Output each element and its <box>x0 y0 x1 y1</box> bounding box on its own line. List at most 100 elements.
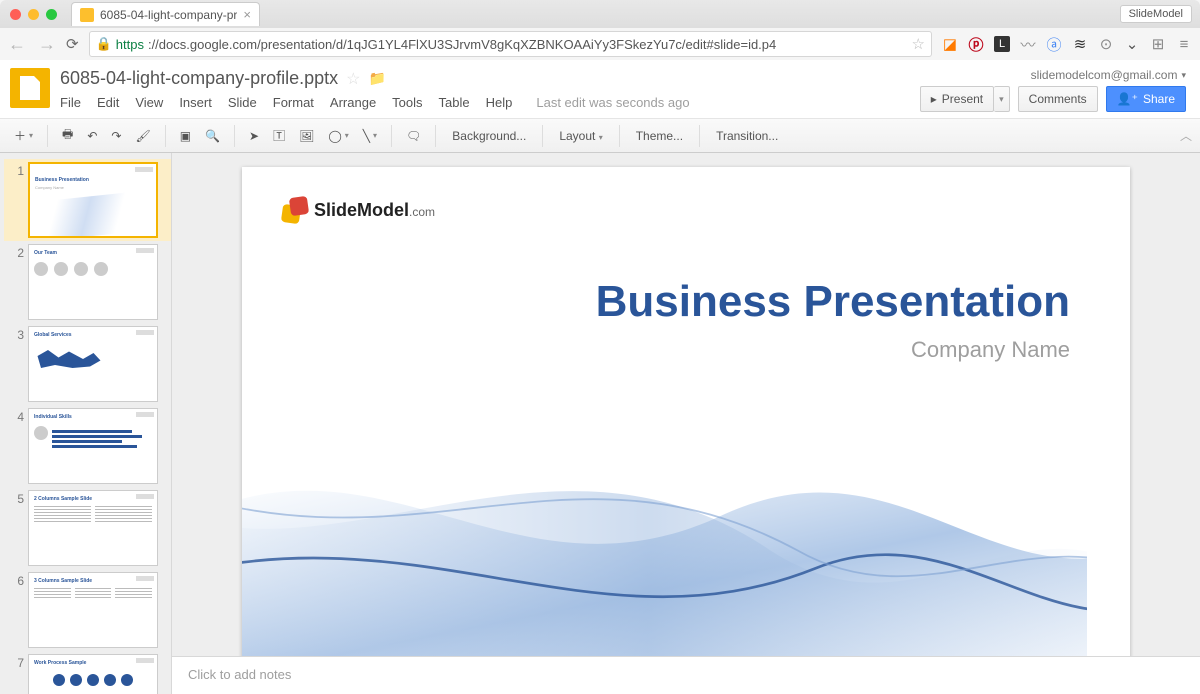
browser-toolbar: ← → ⟳ 🔒 https ://docs.google.com/present… <box>0 28 1200 60</box>
slide-thumbnail[interactable]: Our Team <box>28 244 158 320</box>
menu-format[interactable]: Format <box>273 95 314 110</box>
address-bar[interactable]: 🔒 https ://docs.google.com/presentation/… <box>89 31 932 57</box>
speaker-notes[interactable]: Click to add notes <box>172 656 1200 694</box>
thumb-row[interactable]: 4 Individual Skills <box>4 405 171 487</box>
menu-view[interactable]: View <box>135 95 163 110</box>
menu-edit[interactable]: Edit <box>97 95 119 110</box>
slidemodel-mark-icon <box>282 197 308 223</box>
forward-icon[interactable]: → <box>38 34 56 55</box>
play-icon: ▸ <box>931 92 937 106</box>
tab-close-icon[interactable]: × <box>243 7 251 22</box>
ext-icon[interactable]: 〰 <box>1020 36 1036 52</box>
main-area: 1 Business Presentation Company Name 2 O… <box>0 153 1200 694</box>
folder-icon[interactable]: 📁 <box>369 70 386 87</box>
menu-help[interactable]: Help <box>486 95 513 110</box>
last-edit-text: Last edit was seconds ago <box>536 95 689 110</box>
pocket-icon[interactable]: ⌄ <box>1124 36 1140 52</box>
layout-button[interactable]: Layout ▾ <box>551 125 610 147</box>
ext-icon[interactable]: ◪ <box>942 36 958 52</box>
theme-button[interactable]: Theme... <box>628 125 691 147</box>
chevron-down-icon: ▾ <box>1181 70 1186 81</box>
url-rest: ://docs.google.com/presentation/d/1qJG1Y… <box>148 37 776 52</box>
menu-table[interactable]: Table <box>439 95 470 110</box>
zoom-icon[interactable]: 🔍 <box>199 125 226 147</box>
ext-icon[interactable]: ⊙ <box>1098 36 1114 52</box>
slide-canvas[interactable]: SlideModel.com Business Presentation Com… <box>242 167 1130 656</box>
browser-chrome: 6085-04-light-company-pr × SlideModel ← … <box>0 0 1200 60</box>
ext-icon[interactable]: ⊞ <box>1150 36 1166 52</box>
menu-arrange[interactable]: Arrange <box>330 95 376 110</box>
canvas-scroll[interactable]: SlideModel.com Business Presentation Com… <box>172 153 1200 656</box>
nav-arrows: ← → <box>8 34 56 55</box>
star-icon[interactable]: ☆ <box>346 69 360 89</box>
comments-button[interactable]: Comments <box>1018 86 1098 112</box>
browser-tab-strip: 6085-04-light-company-pr × SlideModel <box>0 0 1200 28</box>
slide-thumbnail[interactable]: Global Services <box>28 326 158 402</box>
share-button[interactable]: 👤⁺ Share <box>1106 86 1186 112</box>
zoom-fit-icon[interactable]: ▣ <box>174 125 197 147</box>
thumb-row[interactable]: 2 Our Team <box>4 241 171 323</box>
person-plus-icon: 👤⁺ <box>1117 92 1138 106</box>
chrome-menu-icon[interactable]: ≡ <box>1176 36 1192 52</box>
thumb-row[interactable]: 6 3 Columns Sample Slide <box>4 569 171 651</box>
redo-icon[interactable]: ↷ <box>105 125 127 147</box>
present-button[interactable]: ▸ Present <box>920 86 994 112</box>
window-minimize-icon[interactable] <box>28 9 39 20</box>
print-icon[interactable]: 🖶 <box>56 121 79 150</box>
back-icon[interactable]: ← <box>8 34 26 55</box>
ext-icon[interactable]: L <box>994 36 1010 52</box>
line-tool-icon[interactable]: ╲▾ <box>357 125 383 147</box>
toolbar: ＋▾ 🖶 ↶ ↷ 🖌 ▣ 🔍 ➤ 🅃 🖼 ◯▾ ╲▾ 🗨 Background.… <box>0 118 1200 153</box>
google-slides-app: 6085-04-light-company-profile.pptx ☆ 📁 F… <box>0 60 1200 694</box>
present-dropdown-button[interactable]: ▾ <box>994 86 1010 112</box>
slide-thumbnail[interactable]: Work Process Sample <box>28 654 158 694</box>
undo-icon[interactable]: ↶ <box>81 125 103 147</box>
window-close-icon[interactable] <box>10 9 21 20</box>
ext-icon[interactable]: ⓐ <box>1046 36 1062 52</box>
window-zoom-icon[interactable] <box>46 9 57 20</box>
menu-slide[interactable]: Slide <box>228 95 257 110</box>
app-header: 6085-04-light-company-profile.pptx ☆ 📁 F… <box>0 60 1200 112</box>
thumb-row[interactable]: 3 Global Services <box>4 323 171 405</box>
background-button[interactable]: Background... <box>444 125 534 147</box>
thumb-row[interactable]: 7 Work Process Sample <box>4 651 171 694</box>
slide-thumbnail[interactable]: Business Presentation Company Name <box>28 162 158 238</box>
doc-title[interactable]: 6085-04-light-company-profile.pptx <box>60 68 338 89</box>
slide-thumbnail[interactable]: 3 Columns Sample Slide <box>28 572 158 648</box>
transition-button[interactable]: Transition... <box>708 125 786 147</box>
paint-format-icon[interactable]: 🖌 <box>129 125 156 147</box>
thumb-row[interactable]: 1 Business Presentation Company Name <box>4 159 171 241</box>
tab-title: 6085-04-light-company-pr <box>100 8 237 22</box>
user-email[interactable]: slidemodelcom@gmail.com ▾ <box>1031 68 1186 82</box>
slides-favicon-icon <box>80 8 94 22</box>
filmstrip[interactable]: 1 Business Presentation Company Name 2 O… <box>0 153 172 694</box>
thumb-row[interactable]: 5 2 Columns Sample Slide <box>4 487 171 569</box>
menu-file[interactable]: File <box>60 95 81 110</box>
menu-tools[interactable]: Tools <box>392 95 422 110</box>
browser-extension-icons: ◪ ⓟ L 〰 ⓐ ≋ ⊙ ⌄ ⊞ ≡ <box>942 36 1192 52</box>
reload-icon[interactable]: ⟳ <box>66 35 79 53</box>
pinterest-icon[interactable]: ⓟ <box>968 36 984 52</box>
slidemodel-logo: SlideModel.com <box>282 197 435 223</box>
wave-graphic <box>242 315 1087 656</box>
slides-logo-icon[interactable] <box>10 68 50 108</box>
slide-subtitle[interactable]: Company Name <box>911 337 1070 363</box>
image-tool-icon[interactable]: 🖼 <box>293 125 320 147</box>
browser-tab[interactable]: 6085-04-light-company-pr × <box>71 2 260 26</box>
bookmark-star-icon[interactable]: ☆ <box>912 35 925 53</box>
slide-title[interactable]: Business Presentation <box>596 277 1070 327</box>
comment-icon[interactable]: 🗨 <box>400 125 427 147</box>
menu-insert[interactable]: Insert <box>179 95 212 110</box>
extension-badge[interactable]: SlideModel <box>1120 5 1192 23</box>
slide-thumbnail[interactable]: 2 Columns Sample Slide <box>28 490 158 566</box>
shape-tool-icon[interactable]: ◯▾ <box>322 125 354 147</box>
buffer-icon[interactable]: ≋ <box>1072 36 1088 52</box>
select-tool-icon[interactable]: ➤ <box>243 125 265 147</box>
url-scheme: https <box>116 37 144 52</box>
notes-placeholder: Click to add notes <box>188 667 291 682</box>
collapse-toolbar-icon[interactable]: ︿ <box>1180 127 1192 144</box>
textbox-tool-icon[interactable]: 🅃 <box>267 123 291 148</box>
new-slide-button[interactable]: ＋▾ <box>8 123 39 148</box>
canvas-area: SlideModel.com Business Presentation Com… <box>172 153 1200 694</box>
slide-thumbnail[interactable]: Individual Skills <box>28 408 158 484</box>
